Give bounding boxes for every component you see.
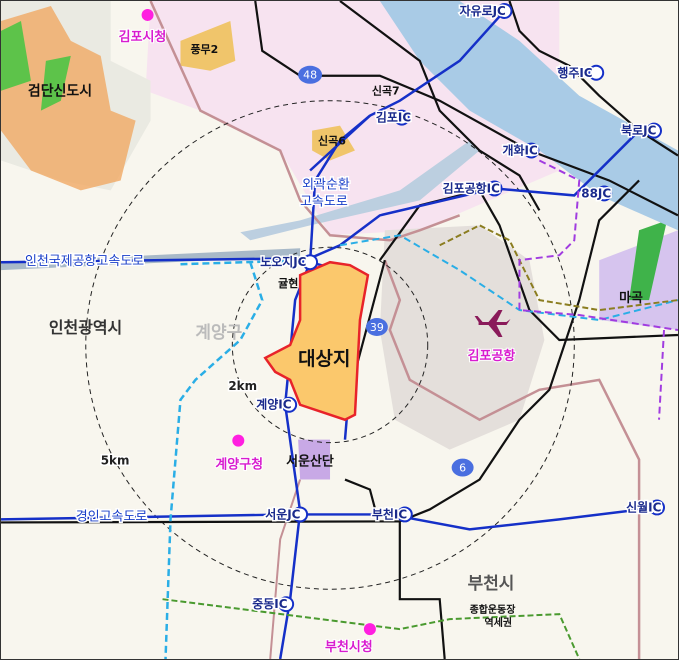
ic-haengju[interactable]: 행주IC	[556, 63, 594, 81]
gyeyang-gu-label: 계양구	[195, 322, 242, 342]
station-area-label: 역세권	[485, 616, 512, 629]
gyeyang-office-label: 계양구청	[215, 457, 263, 473]
sports-complex-label: 종합운동장	[470, 603, 517, 616]
ic-gimpo-airport[interactable]: 김포공항IC	[441, 179, 501, 197]
gyeongin-expressway-label: 경인고속도로	[76, 509, 148, 524]
ic-gaehwa[interactable]: 개화IC	[501, 141, 539, 159]
gimpo-airport-label: 김포공항	[468, 348, 516, 364]
singok7-label: 신곡7	[372, 84, 400, 98]
svg-text:39: 39	[370, 321, 384, 334]
singok6-label: 신곡6	[318, 134, 346, 148]
ic-bucheon[interactable]: 부천IC	[370, 505, 408, 523]
route-shield-39: 39	[365, 318, 388, 336]
airport-expressway-label: 인천국제공항고속도로	[25, 254, 144, 269]
gimpo-cityhall-label: 김포시청	[119, 29, 167, 45]
ic-bukro[interactable]: 북로JC	[620, 122, 658, 139]
gyeyang-office-marker	[232, 434, 245, 447]
ic-seoun[interactable]: 서운JC	[264, 505, 302, 523]
ic-jungdong[interactable]: 중동IC	[251, 596, 289, 613]
target-site-label: 대상지	[298, 348, 350, 370]
svg-text:48: 48	[303, 69, 317, 82]
route-shield-48: 48	[298, 65, 323, 84]
gimpo-cityhall-marker	[141, 8, 154, 21]
route-shield-6: 6	[451, 458, 474, 477]
ic-sinwol[interactable]: 신월IC	[625, 498, 663, 516]
map-canvas[interactable]: 대상지 김포시청 계양구청 부천시청 김포공항 검단신도시 인천광역시 계양구 …	[1, 1, 678, 659]
geomdan-label: 검단신도시	[28, 83, 92, 100]
ic-jayuro[interactable]: 자유로JC	[458, 1, 507, 19]
seoun-label: 서운산단	[286, 454, 334, 470]
ic-88[interactable]: 88JC	[580, 185, 613, 202]
ic-gimpo[interactable]: 김포IC	[374, 108, 412, 126]
incheon-label: 인천광역시	[49, 318, 122, 337]
radius-2km-label: 2km	[228, 379, 257, 393]
pungmu2-label: 풍무2	[190, 43, 218, 56]
bucheon-cityhall-label: 부천시청	[325, 639, 373, 655]
outer-ring-label-1: 외곽순환	[302, 177, 350, 192]
magok-label: 마곡	[619, 290, 643, 306]
ic-gyeyang[interactable]: 계양IC	[255, 395, 293, 413]
radius-5km-label: 5km	[101, 454, 130, 468]
outer-ring-label-2: 고속도로	[300, 194, 348, 209]
bucheon-cityhall-marker	[363, 623, 376, 636]
location-map[interactable]: 대상지 김포시청 계양구청 부천시청 김포공항 검단신도시 인천광역시 계양구 …	[0, 0, 679, 660]
bucheon-label: 부천시	[468, 573, 515, 593]
svg-text:6: 6	[459, 462, 466, 475]
gyulhyeon-label: 귤현	[278, 276, 298, 290]
ic-noji[interactable]: 노오지JC	[259, 253, 308, 271]
